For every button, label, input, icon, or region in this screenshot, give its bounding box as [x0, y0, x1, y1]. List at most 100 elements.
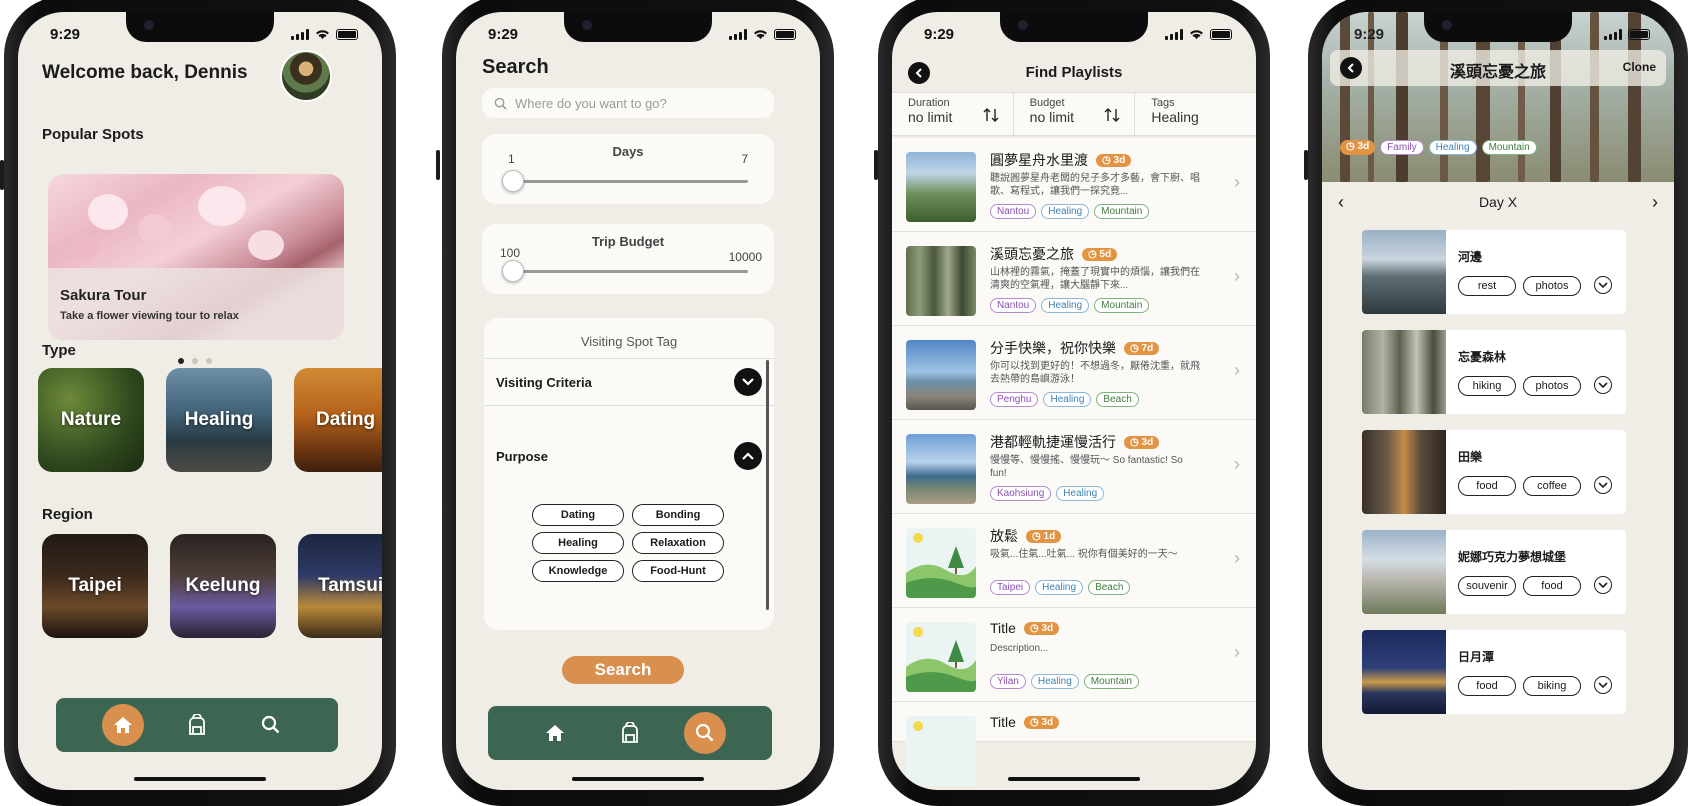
chevron-right-icon[interactable]: › [1652, 192, 1658, 213]
chevron-right-icon: › [1234, 360, 1240, 380]
search-input[interactable]: Where do you want to go? [482, 88, 774, 118]
notch [564, 12, 712, 42]
playlist-thumbnail [906, 152, 976, 222]
phone-home: 9:29 Welcome back, Dennis Popular Spots … [4, 0, 396, 806]
type-tile-healing[interactable]: Healing [166, 368, 272, 472]
activity-chip[interactable]: food [1458, 476, 1516, 496]
phone-playlists: 9:29 Find Playlists Duration no limit Bu… [878, 0, 1270, 806]
backpack-icon[interactable] [176, 704, 218, 746]
playlist-title: 港都輕軌捷運慢活行 [990, 434, 1116, 450]
purpose-row[interactable]: Purpose [484, 432, 774, 480]
purpose-pill[interactable]: Bonding [632, 504, 724, 526]
spot-card[interactable]: 忘憂森林 hiking photos [1362, 330, 1626, 414]
visiting-criteria-row[interactable]: Visiting Criteria [484, 358, 774, 406]
budget-slider-handle[interactable] [502, 260, 524, 282]
chevron-down-icon[interactable] [734, 368, 762, 396]
type-label: Dating [316, 409, 376, 430]
list-item[interactable]: 溪頭忘憂之旅 ◷ 5d 山林裡的霧氣，掩蓋了現實中的煩惱，讓我們在清爽的空氣裡，讓… [892, 232, 1256, 326]
list-item[interactable]: 放鬆 ◷ 1d 吸氣...住氣...吐氣... 祝你有個美好的一天～ Taipei… [892, 514, 1256, 608]
phone-search: 9:29 Search Where do you want to go? Day… [442, 0, 834, 806]
purpose-pill[interactable]: Healing [532, 532, 624, 554]
spot-card[interactable]: 妮娜巧克力夢想城堡 souvenir food [1362, 530, 1626, 614]
budget-slider-track[interactable] [508, 270, 748, 273]
activity-chip[interactable]: rest [1458, 276, 1516, 296]
region-label: Keelung [185, 575, 261, 596]
days-slider-track[interactable] [508, 180, 748, 183]
carousel-dot[interactable] [178, 358, 184, 364]
purpose-pill[interactable]: Knowledge [532, 560, 624, 582]
carousel-dot[interactable] [192, 358, 198, 364]
hero-card-sakura[interactable]: Sakura Tour Take a flower viewing tour t… [48, 174, 344, 340]
scrollbar[interactable] [766, 360, 769, 610]
duration-badge: ◷ 3d [1023, 715, 1060, 729]
chevron-down-icon[interactable] [1594, 676, 1612, 694]
region-tile-tamsui[interactable]: Tamsui [298, 534, 382, 638]
battery-icon [774, 29, 796, 40]
activity-chip[interactable]: photos [1523, 376, 1581, 396]
tag: Family [1380, 140, 1424, 155]
notch [1000, 12, 1148, 42]
region-tile-taipei[interactable]: Taipei [42, 534, 148, 638]
landscape-illustration [906, 528, 976, 598]
home-screen: 9:29 Welcome back, Dennis Popular Spots … [18, 12, 382, 790]
spot-card[interactable]: 日月潭 food biking [1362, 630, 1626, 714]
activity-chip[interactable]: souvenir [1458, 576, 1516, 596]
avatar[interactable] [280, 50, 332, 102]
spot-card[interactable]: 河邊 rest photos [1362, 230, 1626, 314]
region-tile-keelung[interactable]: Keelung [170, 534, 276, 638]
days-slider-handle[interactable] [502, 170, 524, 192]
list-item[interactable]: 分手快樂，祝你快樂 ◷ 7d 你可以找到更好的！不想過冬，厭倦沈重，就飛去熱帶的島… [892, 326, 1256, 420]
clone-button[interactable]: Clone [1623, 60, 1656, 74]
playlist-description: 你可以找到更好的！不想過冬，厭倦沈重，就飛去熱帶的島嶼游泳！ [990, 361, 1200, 385]
mood-tag: Healing [1041, 204, 1090, 219]
home-icon[interactable] [534, 712, 576, 754]
terrain-tag: Mountain [1083, 674, 1139, 689]
chevron-down-icon[interactable] [1594, 476, 1612, 494]
home-icon[interactable] [102, 704, 144, 746]
activity-chip[interactable]: coffee [1523, 476, 1581, 496]
chevron-down-icon[interactable] [1594, 576, 1612, 594]
carousel-dots[interactable] [178, 358, 212, 364]
list-item[interactable]: Title ◷ 3d Description... Yilan Healing Mou… [892, 608, 1256, 702]
purpose-pill[interactable]: Dating [532, 504, 624, 526]
playlist-thumbnail [906, 622, 976, 692]
search-icon[interactable] [250, 704, 292, 746]
list-item[interactable]: Title ◷ 3d [892, 702, 1256, 786]
purpose-pill[interactable]: Food-Hunt [632, 560, 724, 582]
spot-card[interactable]: 田樂 food coffee [1362, 430, 1626, 514]
chevron-up-icon[interactable] [734, 442, 762, 470]
budget-min-label: 100 [500, 246, 521, 260]
notch [126, 12, 274, 42]
playlist-thumbnail [906, 434, 976, 504]
list-item[interactable]: 港都輕軌捷運慢活行 ◷ 3d 慢慢等、慢慢搖、慢慢玩～ So fantastic!… [892, 420, 1256, 514]
search-icon[interactable] [683, 712, 726, 754]
chevron-down-icon[interactable] [1594, 376, 1612, 394]
filter-tags[interactable]: Tags Healing [1135, 93, 1256, 135]
spot-name: 河邊 [1458, 250, 1483, 264]
activity-chip[interactable]: photos [1523, 276, 1581, 296]
phone-detail: 9:29 溪頭忘憂之旅 Clone ◷ 3d Family Healing Mo… [1308, 0, 1688, 806]
mood-tag: Healing [1035, 580, 1084, 595]
sort-icon[interactable] [1104, 107, 1120, 123]
status-time: 9:29 [50, 26, 81, 43]
activity-chip[interactable]: food [1523, 576, 1581, 596]
filter-duration[interactable]: Duration no limit [892, 93, 1014, 135]
playlist-description: 慢慢等、慢慢搖、慢慢玩～ So fantastic! So fun! [990, 455, 1183, 479]
welcome-heading: Welcome back, Dennis [42, 62, 248, 83]
playlist-list: 圓夢星舟水里渡 ◷ 3d 聽說圓夢星舟老闆的兒子多才多藝，會下廚、唱歌、寫程式，讓… [892, 138, 1256, 786]
search-button[interactable]: Search [562, 656, 684, 684]
chevron-down-icon[interactable] [1594, 276, 1612, 294]
activity-chip[interactable]: hiking [1458, 376, 1516, 396]
filter-budget[interactable]: Budget no limit [1014, 93, 1136, 135]
type-tile-dating[interactable]: Dating [294, 368, 382, 472]
carousel-dot[interactable] [206, 358, 212, 364]
activity-chip[interactable]: food [1458, 676, 1516, 696]
sort-icon[interactable] [983, 107, 999, 123]
wifi-icon [754, 30, 767, 40]
list-item[interactable]: 圓夢星舟水里渡 ◷ 3d 聽說圓夢星舟老闆的兒子多才多藝，會下廚、唱歌、寫程式，讓… [892, 138, 1256, 232]
backpack-icon[interactable] [609, 712, 651, 754]
region-tag: Yilan [990, 674, 1026, 689]
purpose-pill[interactable]: Relaxation [632, 532, 724, 554]
activity-chip[interactable]: biking [1523, 676, 1581, 696]
type-tile-nature[interactable]: Nature [38, 368, 144, 472]
